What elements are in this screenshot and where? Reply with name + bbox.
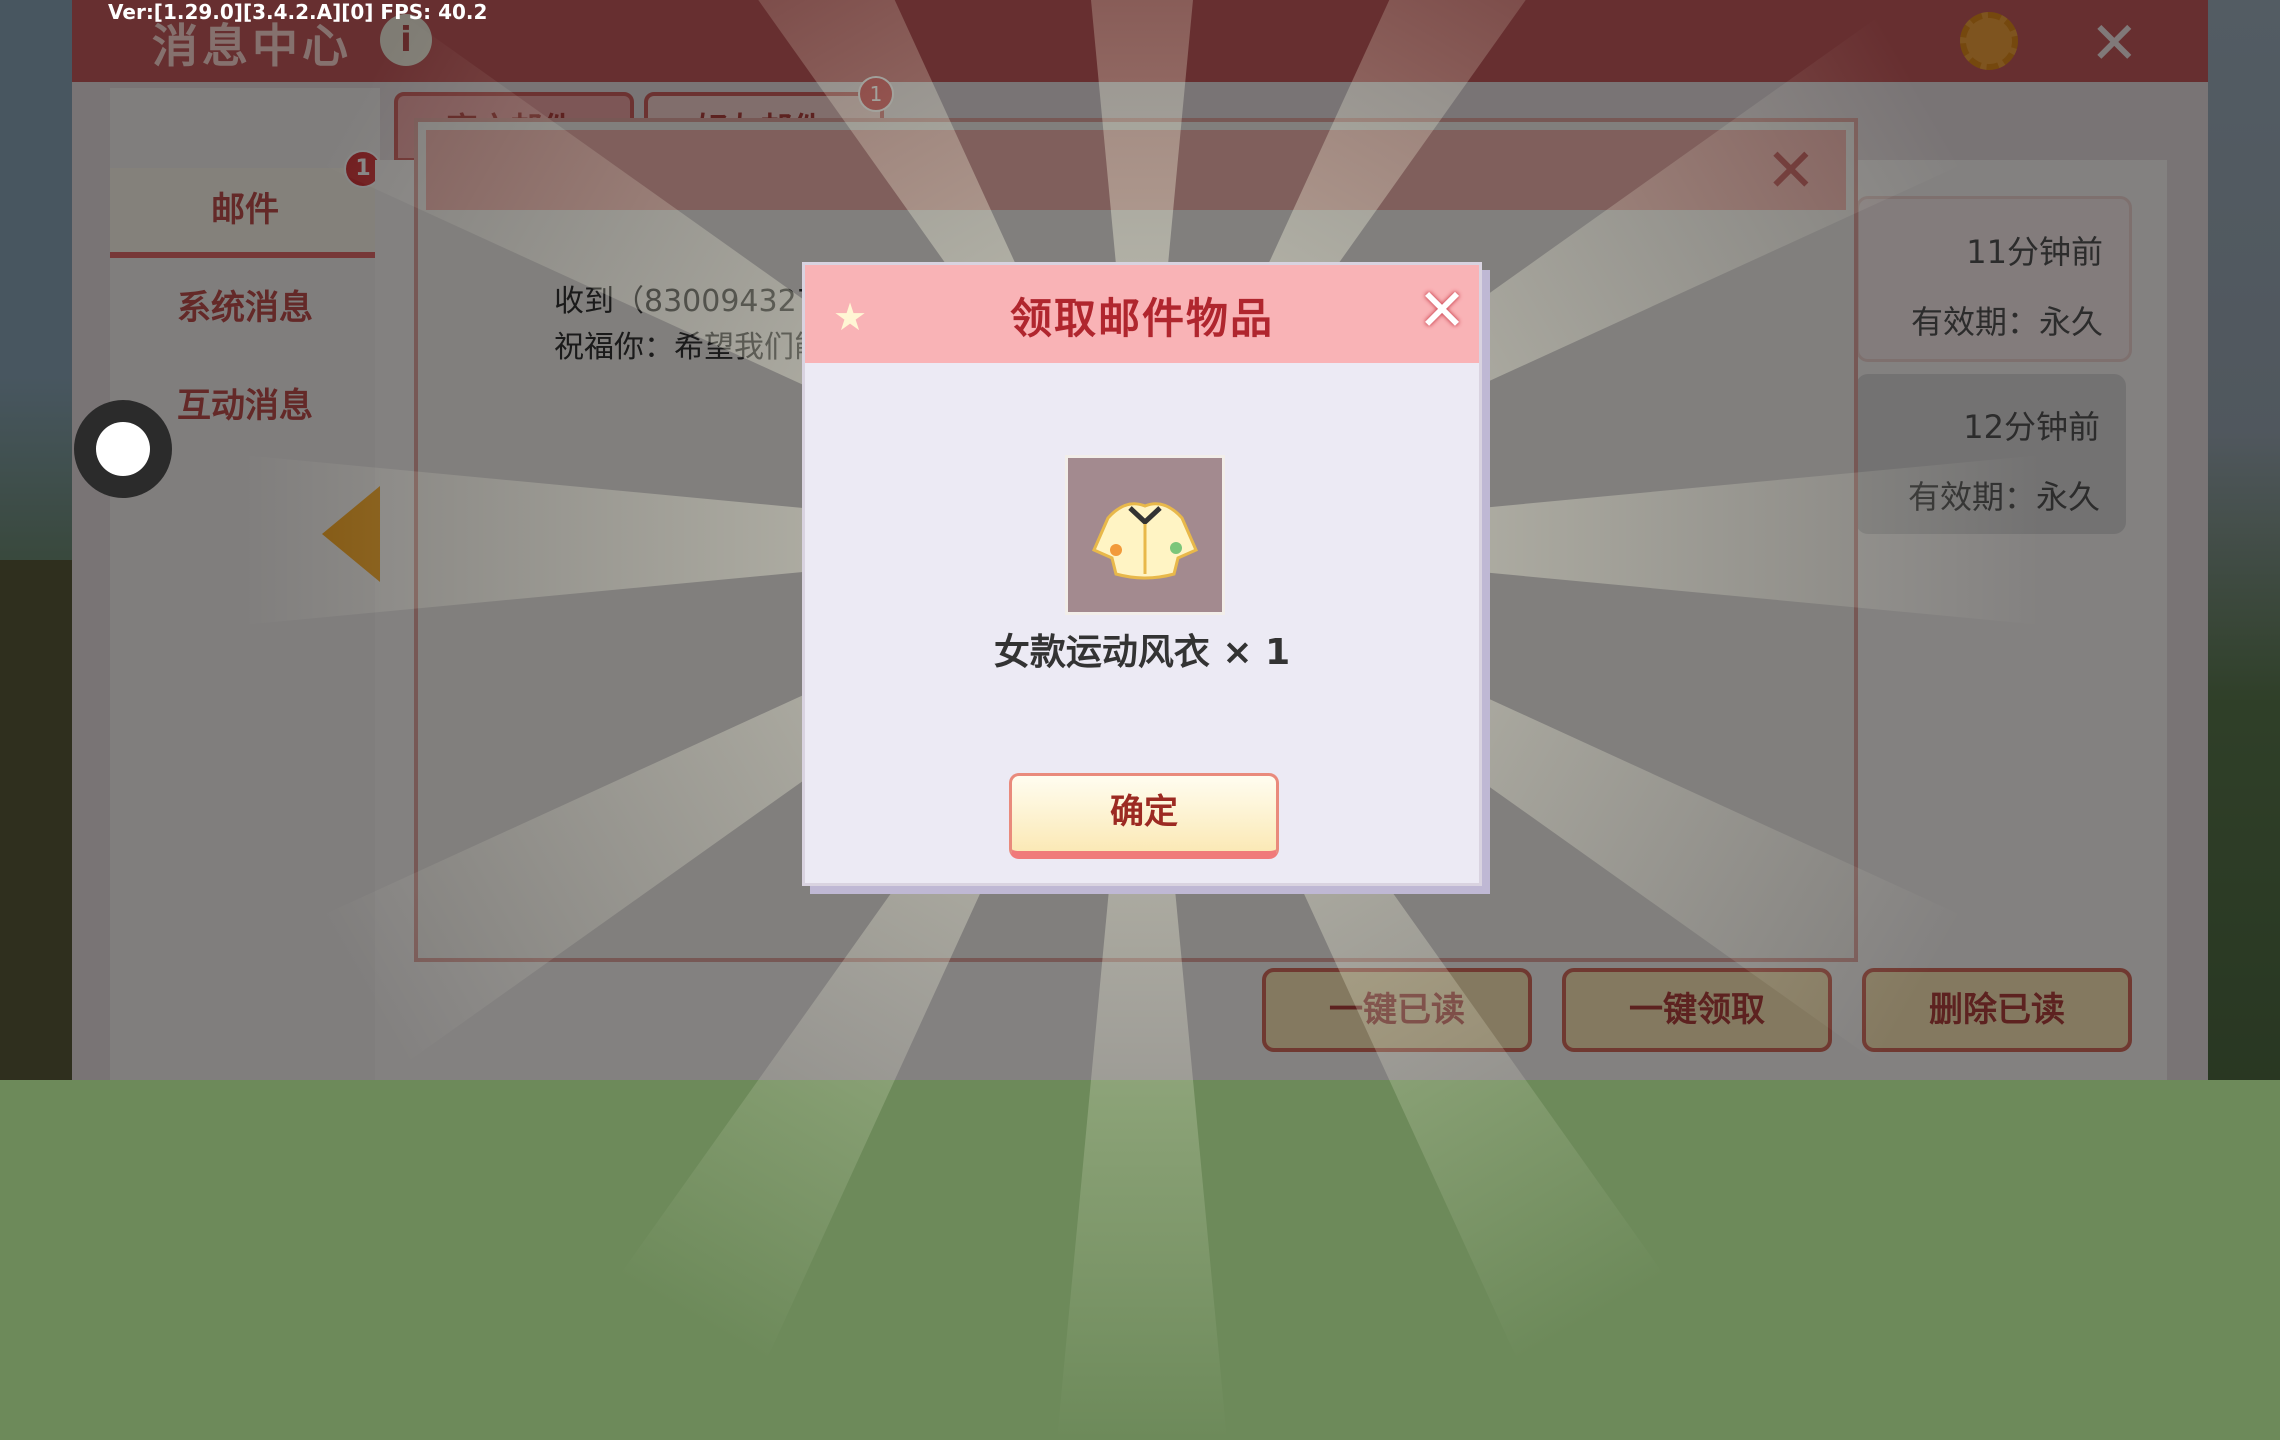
reward-item-name: 女款运动风衣 × 1 bbox=[993, 632, 1291, 673]
reward-item-slot[interactable] bbox=[1065, 455, 1225, 615]
debug-fps-label: Ver:[1.29.0][3.4.2.A][0] FPS: 40.2 bbox=[108, 0, 488, 24]
confirm-button[interactable]: 确定 bbox=[1009, 773, 1279, 859]
joystick[interactable] bbox=[74, 400, 172, 498]
jacket-icon bbox=[1092, 502, 1198, 580]
close-icon[interactable]: ✕ bbox=[1415, 281, 1469, 339]
reward-dialog: ★ 领取邮件物品 ✕ 女款运动风衣 × 1 确定 bbox=[802, 262, 1482, 886]
reward-dialog-title: 领取邮件物品 bbox=[1009, 294, 1274, 343]
reward-dialog-header: ★ 领取邮件物品 ✕ bbox=[805, 265, 1479, 363]
joystick-knob[interactable] bbox=[96, 422, 150, 476]
